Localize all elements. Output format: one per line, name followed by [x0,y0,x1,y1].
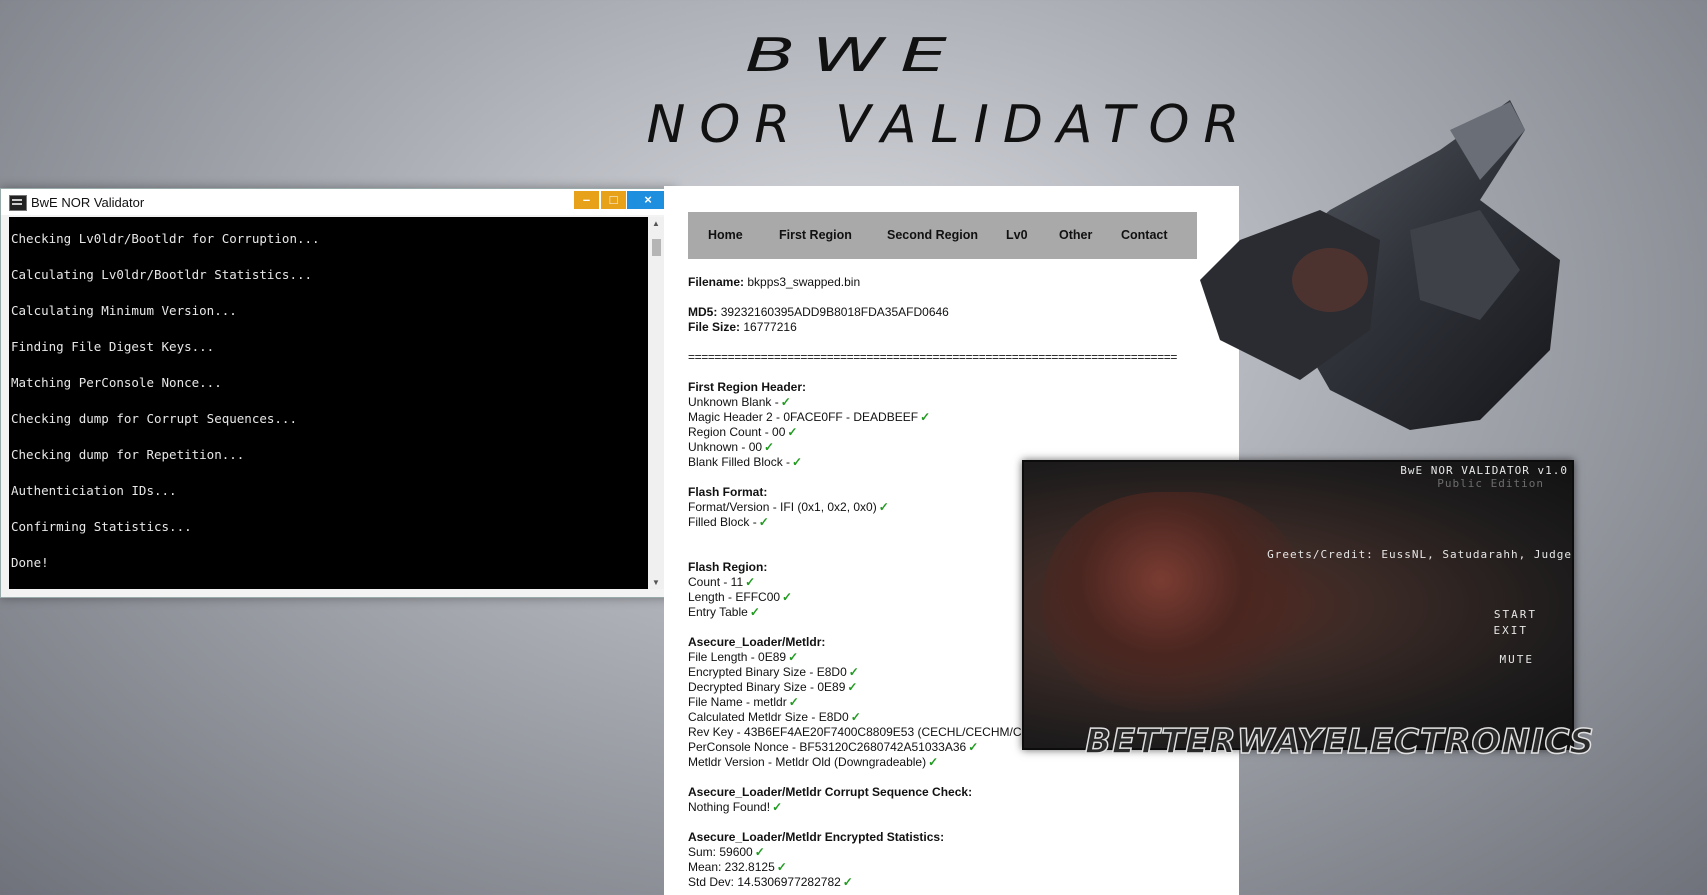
check-icon: ✓ [842,875,853,889]
mute-button[interactable]: MUTE [1500,653,1535,666]
scroll-down-icon[interactable]: ▼ [652,578,660,587]
check-item: Entry Table ✓ [688,605,760,619]
check-icon: ✓ [780,395,791,409]
nav-item-second-region[interactable]: Second Region [887,228,978,242]
console-app-icon [9,195,27,211]
console-line: Matching PerConsole Nonce... [11,375,222,390]
check-icon: ✓ [920,410,931,424]
check-item: Decrypted Binary Size - 0E89 ✓ [688,680,858,694]
check-item: Nothing Found! ✓ [688,800,783,814]
check-item: Rev Key - 43B6EF4AE20F7400C8809E53 (CECH… [688,725,1022,739]
check-icon: ✓ [928,755,939,769]
filename-value: bkpps3_swapped.bin [747,275,861,289]
nav-item-lv0[interactable]: Lv0 [1006,228,1028,242]
section-header: First Region Header: [688,380,807,394]
check-icon: ✓ [787,425,798,439]
separator: ========================================… [688,350,1177,364]
check-item: Unknown Blank - ✓ [688,395,791,409]
minimize-button[interactable]: – [574,191,599,209]
check-icon: ✓ [788,695,799,709]
console-line: Checking Lv0ldr/Bootldr for Corruption..… [11,231,320,246]
console-line: Done! [11,555,49,570]
check-item: Blank Filled Block - ✓ [688,455,803,469]
section-header: Asecure_Loader/Metldr Corrupt Sequence C… [688,785,973,799]
check-item: Metldr Version - Metldr Old (Downgradeab… [688,755,939,769]
exit-button[interactable]: EXIT [1494,624,1529,637]
console-line: Calculating Lv0ldr/Bootldr Statistics... [11,267,313,282]
check-item: Count - 11 ✓ [688,575,756,589]
check-item: File Length - 0E89 ✓ [688,650,799,664]
console-window: BwE NOR Validator – □ × Checking Lv0ldr/… [0,188,676,598]
section-header: Flash Region: [688,560,768,574]
check-icon: ✓ [850,710,861,724]
console-scrollbar[interactable]: ▲ ▼ [648,217,665,589]
check-item: Length - EFFC00 ✓ [688,590,793,604]
nav-item-first-region[interactable]: First Region [779,228,852,242]
app-title-line1: BWE [745,28,963,82]
start-button[interactable]: START [1494,608,1537,621]
check-icon: ✓ [848,665,859,679]
check-icon: ✓ [782,590,793,604]
filesize-row: File Size: 16777216 [688,320,797,334]
check-item: Unknown - 00 ✓ [688,440,775,454]
check-item: Magic Header 2 - 0FACE0FF - DEADBEEF ✓ [688,410,931,424]
check-icon: ✓ [758,515,769,529]
md5-value: 39232160395ADD9B8018FDA35AFD0646 [720,305,949,319]
scroll-up-icon[interactable]: ▲ [652,219,660,228]
section-header: Asecure_Loader/Metldr Encrypted Statisti… [688,830,945,844]
check-item: Mean: 232.8125 ✓ [688,860,787,874]
splash-edition: Public Edition [1437,477,1544,490]
console-line: Authenticiation IDs... [11,483,177,498]
check-icon: ✓ [788,650,799,664]
brand-logo: BETTERWAYELECTRONICS [1084,721,1595,763]
splash-title: BwE NOR VALIDATOR v1.0 [1400,464,1568,477]
check-item: Encrypted Binary Size - E8D0 ✓ [688,665,859,679]
check-item: PerConsole Nonce - BF53120C2680742A51033… [688,740,979,754]
check-icon: ✓ [764,440,775,454]
check-icon: ✓ [792,455,803,469]
nav-item-home[interactable]: Home [708,228,743,242]
close-button[interactable]: × [627,191,669,209]
splash-window: BwE NOR VALIDATOR v1.0 Public Edition Gr… [1022,460,1574,750]
md5-label: MD5: [688,305,718,319]
check-icon: ✓ [776,860,787,874]
maximize-button[interactable]: □ [601,191,626,209]
console-line: Finding File Digest Keys... [11,339,215,354]
section-header: Flash Format: [688,485,768,499]
robot-artwork [1200,100,1560,430]
console-window-title: BwE NOR Validator [31,195,145,210]
nav-item-contact[interactable]: Contact [1121,228,1168,242]
filesize-value: 16777216 [743,320,797,334]
console-titlebar[interactable]: BwE NOR Validator – □ × [1,189,675,215]
scroll-thumb[interactable] [652,239,661,256]
section-header: Asecure_Loader/Metldr: [688,635,826,649]
check-item: Std Dev: 14.5306977282782 ✓ [688,875,853,889]
check-icon: ✓ [749,605,760,619]
check-icon: ✓ [968,740,979,754]
splash-artwork [1044,492,1304,712]
splash-greets: Greets/Credit: EussNL, Satudarahh, Judge [1267,548,1572,561]
filename-row: Filename: bkpps3_swapped.bin [688,275,860,289]
console-line: Calculating Minimum Version... [11,303,237,318]
check-icon: ✓ [772,800,783,814]
check-item: Region Count - 00 ✓ [688,425,798,439]
console-line: Checking dump for Repetition... [11,447,245,462]
check-icon: ✓ [847,680,858,694]
check-icon: ✓ [754,845,765,859]
check-item: Filled Block - ✓ [688,515,769,529]
check-icon: ✓ [745,575,756,589]
filesize-label: File Size: [688,320,741,334]
md5-row: MD5: 39232160395ADD9B8018FDA35AFD0646 [688,305,949,319]
nav-bar: Home First Region Second Region Lv0 Othe… [688,212,1197,259]
nav-item-other[interactable]: Other [1059,228,1092,242]
filename-label: Filename: [688,275,745,289]
check-item: Calculated Metldr Size - E8D0 ✓ [688,710,861,724]
check-item: Format/Version - IFI (0x1, 0x2, 0x0) ✓ [688,500,889,514]
check-icon: ✓ [878,500,889,514]
check-item: Sum: 59600 ✓ [688,845,765,859]
check-item: File Name - metldr ✓ [688,695,799,709]
console-output: Checking Lv0ldr/Bootldr for Corruption..… [9,217,665,589]
console-line: Checking dump for Corrupt Sequences... [11,411,297,426]
console-line: Confirming Statistics... [11,519,192,534]
